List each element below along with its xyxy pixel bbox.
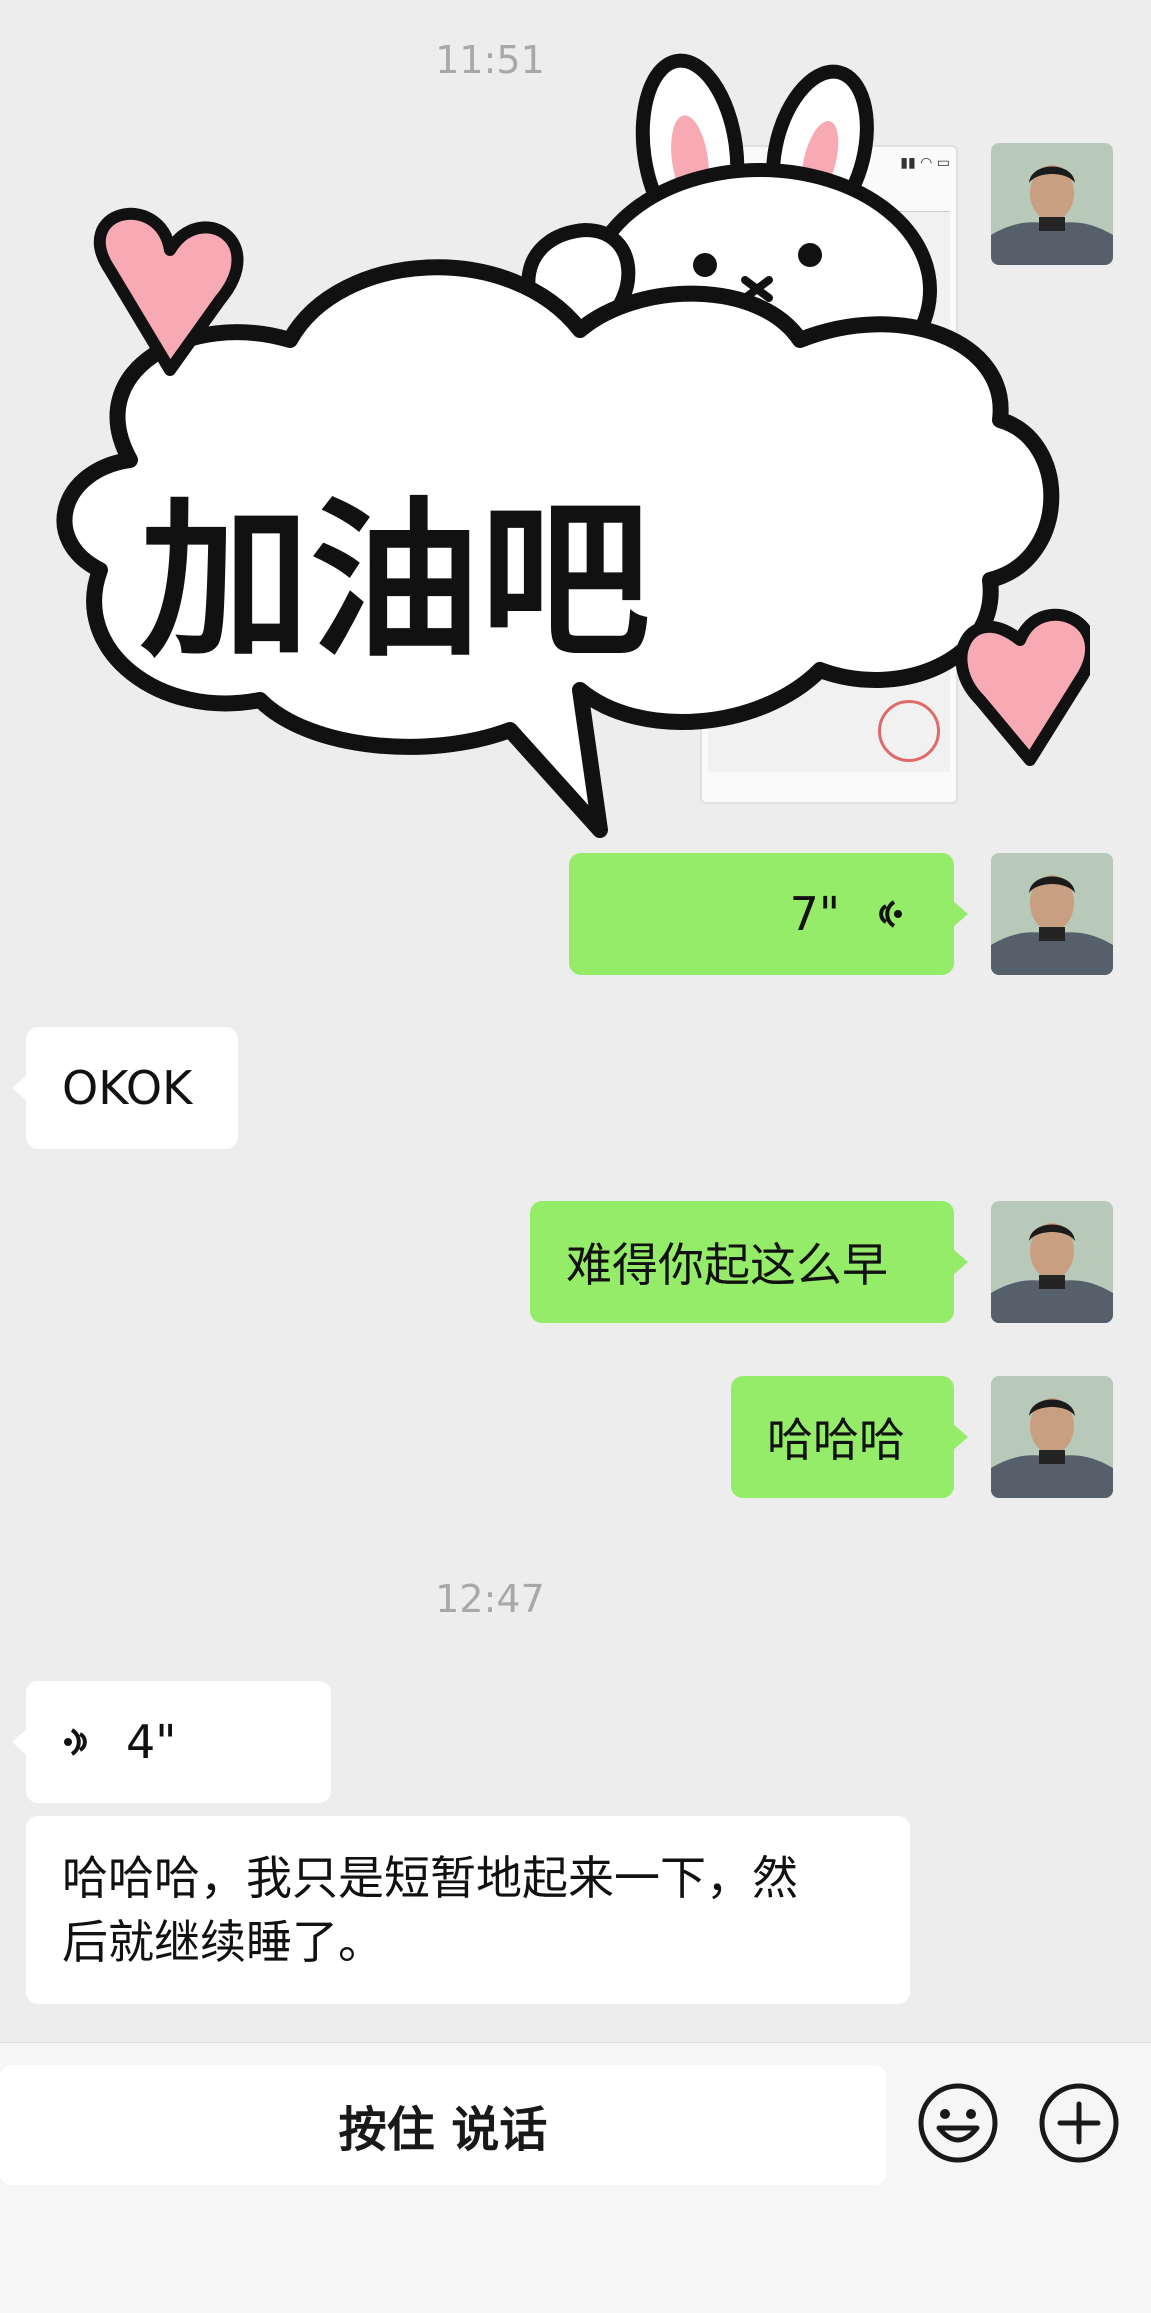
message-text-line-1: 哈哈哈，我只是短暂地起来一下，然 [62, 1851, 798, 1905]
message-text: 难得你起这么早 [566, 1238, 888, 1292]
voice-wave-icon [879, 900, 902, 928]
plus-icon[interactable] [1038, 2082, 1120, 2164]
bunny-cloud-sticker[interactable]: 加油吧 [40, 40, 1090, 880]
timestamp: 12:47 [435, 1577, 545, 1621]
avatar[interactable] [991, 1201, 1113, 1323]
voice-wave-icon [64, 1728, 87, 1756]
sticker-text: 加油吧 [140, 483, 650, 681]
voice-duration: 7" [789, 887, 840, 941]
message-text: OKOK [62, 1061, 193, 1115]
heart-right-icon [955, 608, 1090, 766]
bunny-eye-left [693, 253, 717, 277]
voice-message-incoming[interactable]: 4" [12, 1681, 331, 1803]
avatar[interactable] [991, 853, 1113, 975]
message-incoming[interactable]: 哈哈哈，我只是短暂地起来一下，然 后就继续睡了。 [26, 1816, 910, 2004]
message-text: 哈哈哈 [767, 1413, 905, 1467]
voice-message-outgoing[interactable]: 7" [569, 853, 968, 975]
avatar[interactable] [991, 143, 1113, 265]
message-text-line-2: 后就继续睡了。 [62, 1915, 384, 1969]
bunny-eye-right [798, 243, 822, 267]
emoji-icon[interactable] [917, 2082, 999, 2164]
voice-duration: 4" [126, 1715, 177, 1769]
message-outgoing[interactable]: 哈哈哈 [731, 1376, 968, 1498]
message-incoming[interactable]: OKOK [12, 1027, 238, 1149]
message-outgoing[interactable]: 难得你起这么早 [530, 1201, 968, 1323]
hold-to-talk-button[interactable]: 按住 说话 [0, 2065, 886, 2185]
avatar[interactable] [991, 1376, 1113, 1498]
